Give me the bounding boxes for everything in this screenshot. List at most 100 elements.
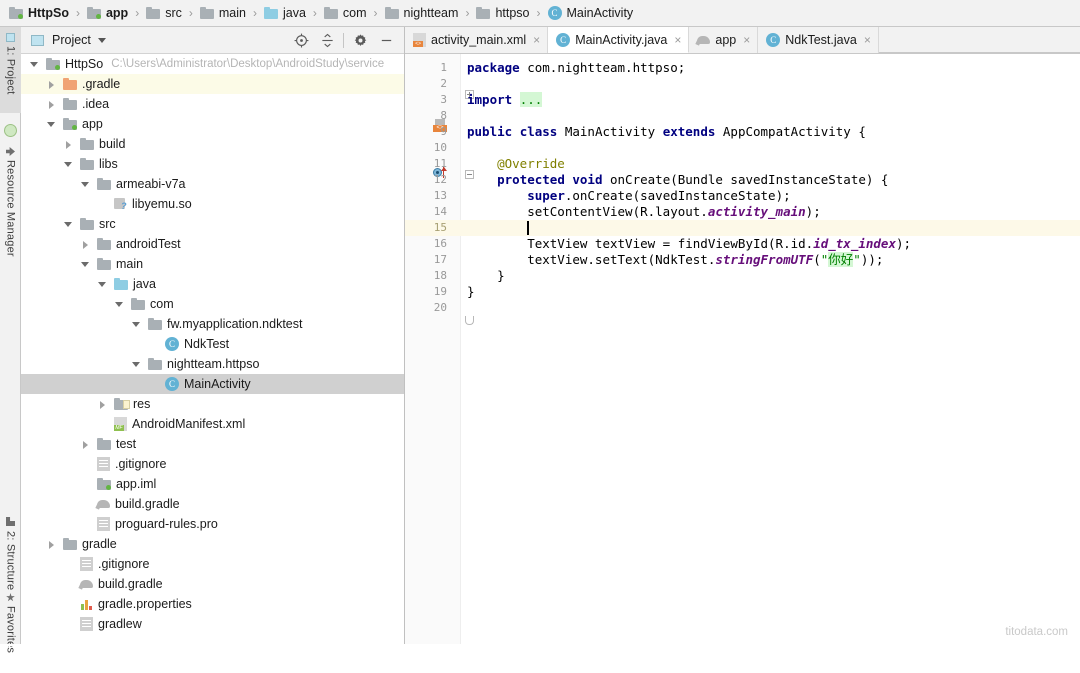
code-line-16[interactable]: 16 TextView textView = findViewById(R.id… — [405, 236, 1080, 252]
tree-row-build-gradle[interactable]: build.gradle — [21, 574, 405, 594]
tree-row-gradlew[interactable]: gradlew — [21, 614, 405, 634]
editor-tab-activity-main-xml[interactable]: <>activity_main.xml× — [405, 27, 548, 53]
close-icon[interactable]: × — [743, 35, 750, 45]
tree-row--gradle[interactable]: .gradle — [21, 74, 405, 94]
code-line-9[interactable]: 9public class MainActivity extends AppCo… — [405, 124, 1080, 140]
chevron-down-icon[interactable] — [63, 219, 74, 230]
project-tree[interactable]: HttpSoC:\Users\Administrator\Desktop\And… — [21, 54, 405, 646]
tree-row-androidmanifest-xml[interactable]: MFAndroidManifest.xml — [21, 414, 405, 434]
code-line-10[interactable]: 10 — [405, 140, 1080, 156]
chevron-right-icon[interactable] — [46, 539, 57, 550]
chevron-down-icon[interactable] — [114, 299, 125, 310]
code-line-14[interactable]: 14 setContentView(R.layout.activity_main… — [405, 204, 1080, 220]
sidebar-item-favorites[interactable]: Favorites — [0, 587, 21, 673]
chevron-down-icon[interactable] — [29, 59, 40, 70]
code-editor[interactable]: <> 1package com.nightteam.httpso;23impor… — [405, 54, 1080, 646]
tree-row-fw-myapplication-ndktest[interactable]: fw.myapplication.ndktest — [21, 314, 405, 334]
sidebar-item-resource-manager[interactable]: Resource Manager — [0, 141, 21, 281]
breadcrumb-item-com[interactable]: com — [323, 0, 368, 27]
breadcrumb-item-main[interactable]: main — [199, 0, 247, 27]
chevron-right-icon[interactable] — [97, 399, 108, 410]
line-number: 15 — [405, 220, 447, 236]
chevron-down-icon[interactable] — [98, 38, 106, 43]
resource-manager-badge[interactable] — [0, 113, 21, 141]
tree-row-armeabi-v7a[interactable]: armeabi-v7a — [21, 174, 405, 194]
chevron-right-icon[interactable] — [46, 99, 57, 110]
tree-row-proguard-rules-pro[interactable]: proguard-rules.pro — [21, 514, 405, 534]
code-line-20[interactable]: 20 — [405, 300, 1080, 316]
folder-icon — [80, 138, 94, 150]
project-icon — [6, 33, 15, 42]
tree-row-label: .gitignore — [115, 457, 166, 471]
breadcrumb-item-httpso[interactable]: HttpSo — [8, 0, 70, 27]
tree-row--gitignore[interactable]: .gitignore — [21, 454, 405, 474]
tree-row-src[interactable]: src — [21, 214, 405, 234]
tree-arrow-spacer — [97, 199, 108, 210]
code-line-18[interactable]: 18 } — [405, 268, 1080, 284]
breadcrumb-item-java[interactable]: java — [263, 0, 307, 27]
hide-panel-button[interactable] — [373, 27, 399, 53]
tree-row-test[interactable]: test — [21, 434, 405, 454]
chevron-down-icon[interactable] — [97, 279, 108, 290]
chevron-right-icon[interactable] — [46, 79, 57, 90]
chevron-down-icon[interactable] — [80, 259, 91, 270]
tree-row-build-gradle[interactable]: build.gradle — [21, 494, 405, 514]
breadcrumb-separator: › — [313, 6, 317, 20]
code-line-11[interactable]: 11 @Override — [405, 156, 1080, 172]
locate-target-button[interactable] — [288, 27, 314, 53]
close-icon[interactable]: × — [674, 35, 681, 45]
chevron-down-icon[interactable] — [63, 159, 74, 170]
tree-row--idea[interactable]: .idea — [21, 94, 405, 114]
breadcrumb-item-src[interactable]: src — [145, 0, 183, 27]
chevron-right-icon[interactable] — [80, 239, 91, 250]
breadcrumb-item-app[interactable]: app — [86, 0, 129, 27]
code-line-12[interactable]: 12 protected void onCreate(Bundle savedI… — [405, 172, 1080, 188]
tree-row-androidtest[interactable]: androidTest — [21, 234, 405, 254]
editor-tab-mainactivity-java[interactable]: CMainActivity.java× — [548, 27, 689, 53]
code-line-1[interactable]: 1package com.nightteam.httpso; — [405, 60, 1080, 76]
editor-tab-app[interactable]: app× — [689, 27, 758, 53]
line-number: 17 — [405, 252, 447, 268]
close-icon[interactable]: × — [533, 35, 540, 45]
sidebar-item-project[interactable]: 1: Project — [0, 27, 21, 113]
tree-row-nightteam-httpso[interactable]: nightteam.httpso — [21, 354, 405, 374]
breadcrumb-item-nightteam[interactable]: nightteam — [384, 0, 460, 27]
code-line-13[interactable]: 13 super.onCreate(savedInstanceState); — [405, 188, 1080, 204]
chevron-down-icon[interactable] — [80, 179, 91, 190]
project-window-icon — [31, 35, 44, 46]
tree-row-httpso[interactable]: HttpSoC:\Users\Administrator\Desktop\And… — [21, 54, 405, 74]
code-line-3[interactable]: 3import ... — [405, 92, 1080, 108]
tree-row-app-iml[interactable]: app.iml — [21, 474, 405, 494]
code-line-19[interactable]: 19} — [405, 284, 1080, 300]
breadcrumb-item-mainactivity[interactable]: CMainActivity — [547, 0, 635, 27]
tree-row-libyemu-so[interactable]: ?libyemu.so — [21, 194, 405, 214]
editor-tab-ndktest-java[interactable]: CNdkTest.java× — [758, 27, 879, 53]
settings-button[interactable] — [347, 27, 373, 53]
chevron-right-icon[interactable] — [80, 439, 91, 450]
code-text[interactable]: 1package com.nightteam.httpso;23import .… — [405, 54, 1080, 646]
tree-row-res[interactable]: res — [21, 394, 405, 414]
tree-row-libs[interactable]: libs — [21, 154, 405, 174]
tree-row-java[interactable]: java — [21, 274, 405, 294]
folder-module-icon — [63, 118, 77, 130]
code-line-15[interactable]: 15 — [405, 220, 1080, 236]
tree-row-com[interactable]: com — [21, 294, 405, 314]
tree-row-app[interactable]: app — [21, 114, 405, 134]
chevron-down-icon[interactable] — [131, 359, 142, 370]
code-line-17[interactable]: 17 textView.setText(NdkTest.stringFromUT… — [405, 252, 1080, 268]
tree-row-gradle-properties[interactable]: gradle.properties — [21, 594, 405, 614]
breadcrumb-item-httpso[interactable]: httpso — [475, 0, 530, 27]
chevron-down-icon[interactable] — [131, 319, 142, 330]
code-line-8[interactable]: 8 — [405, 108, 1080, 124]
tree-row-main[interactable]: main — [21, 254, 405, 274]
tree-row-gradle[interactable]: gradle — [21, 534, 405, 554]
tree-row--gitignore[interactable]: .gitignore — [21, 554, 405, 574]
collapse-all-button[interactable] — [314, 27, 340, 53]
chevron-right-icon[interactable] — [63, 139, 74, 150]
tree-row-build[interactable]: build — [21, 134, 405, 154]
tree-row-mainactivity[interactable]: CMainActivity — [21, 374, 405, 394]
tree-row-ndktest[interactable]: CNdkTest — [21, 334, 405, 354]
close-icon[interactable]: × — [864, 35, 871, 45]
chevron-down-icon[interactable] — [46, 119, 57, 130]
code-line-2[interactable]: 2 — [405, 76, 1080, 92]
